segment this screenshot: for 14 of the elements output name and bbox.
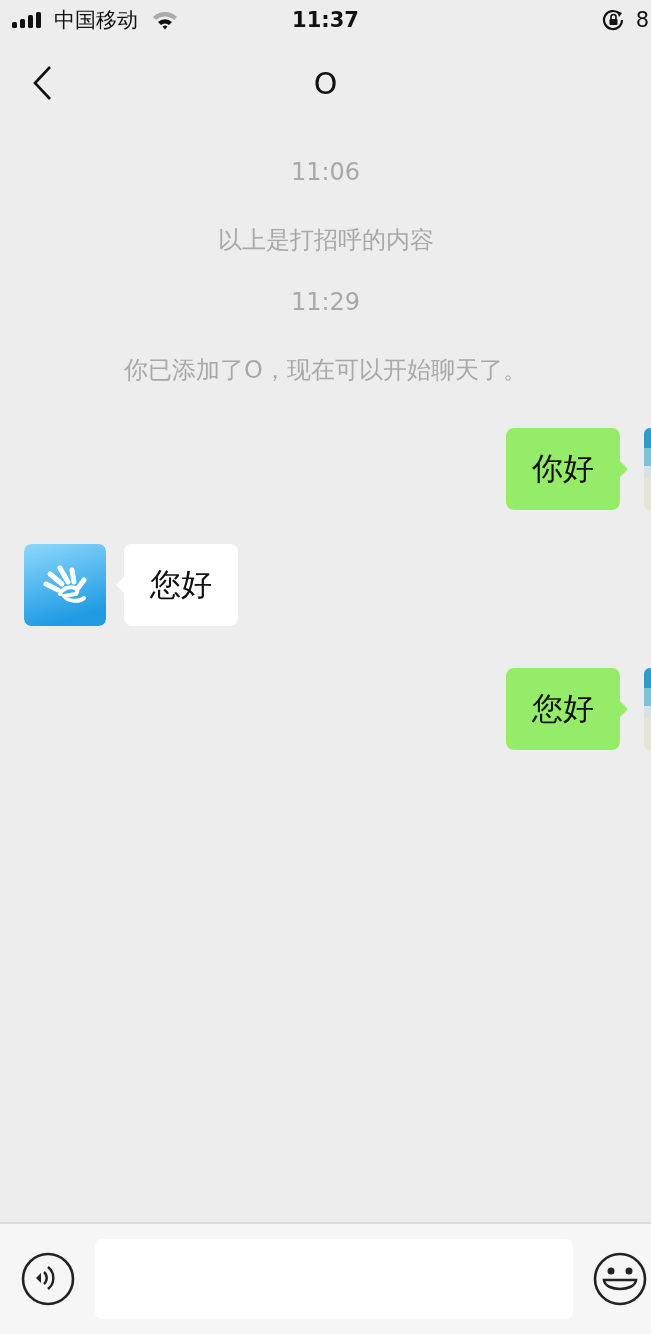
chat-title: O: [313, 65, 338, 101]
timestamp: 11:06: [290, 158, 361, 186]
system-message: 你已添加了O，现在可以开始聊天了。: [124, 355, 527, 386]
battery-percent: 8: [635, 8, 649, 32]
back-icon[interactable]: [32, 65, 52, 101]
system-message: 以上是打招呼的内容: [217, 225, 434, 256]
smiley-icon[interactable]: [593, 1252, 647, 1306]
wifi-icon: [152, 10, 178, 30]
status-time: 11:37: [292, 8, 359, 32]
carrier-name: 中国移动: [54, 7, 138, 34]
voice-icon[interactable]: [21, 1252, 75, 1306]
hand-icon[interactable]: [24, 544, 106, 626]
rotation-lock-icon: [601, 9, 626, 31]
timestamp: 11:29: [290, 288, 361, 316]
